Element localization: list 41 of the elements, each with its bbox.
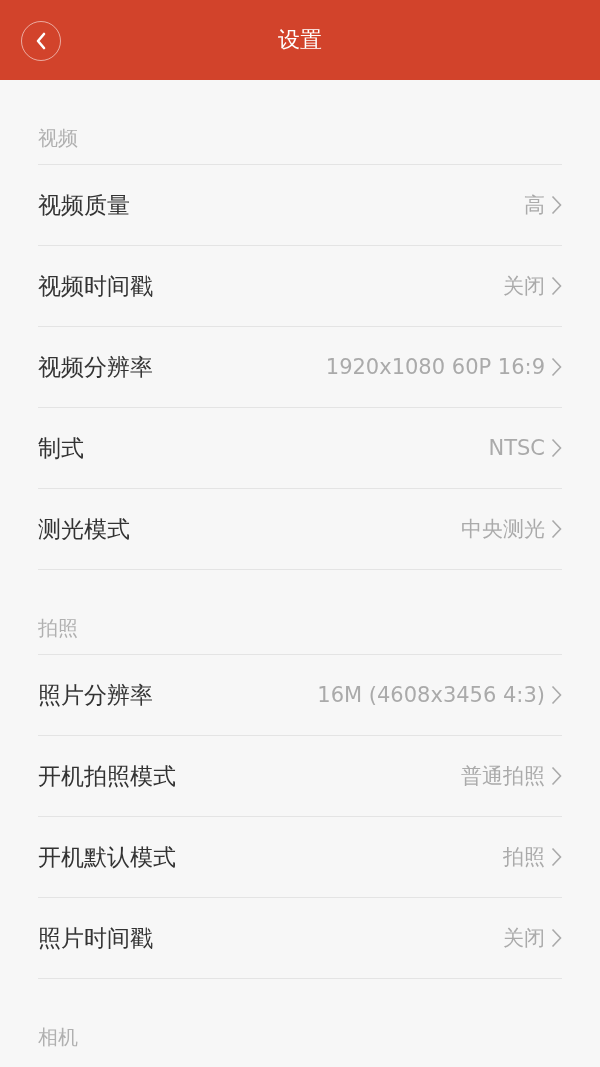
chevron-right-icon (551, 766, 562, 786)
chevron-right-icon (551, 195, 562, 215)
settings-row[interactable]: 视频质量 高 (38, 165, 562, 246)
setting-value: 关闭 (503, 273, 545, 300)
settings-row[interactable]: 视频分辨率 1920x1080 60P 16:9 (38, 327, 562, 408)
setting-label: 照片时间戳 (38, 923, 154, 953)
setting-label: 视频时间戳 (38, 271, 154, 301)
setting-value: 16M (4608x3456 4:3) (317, 683, 545, 707)
setting-value: NTSC (488, 436, 545, 460)
setting-value: 中央测光 (461, 516, 545, 543)
settings-row[interactable]: 开机默认模式 拍照 (38, 817, 562, 898)
settings-row[interactable]: 制式 NTSC (38, 408, 562, 489)
section-header: 视频 (38, 125, 79, 152)
setting-label: 照片分辨率 (38, 680, 154, 710)
setting-value: 普通拍照 (461, 763, 545, 790)
back-icon (35, 32, 47, 50)
chevron-right-icon (551, 438, 562, 458)
section-header: 相机 (38, 1024, 79, 1051)
settings-row[interactable]: 开机拍照模式 普通拍照 (38, 736, 562, 817)
chevron-right-icon (551, 276, 562, 296)
settings-row[interactable]: 照片分辨率 16M (4608x3456 4:3) (38, 655, 562, 736)
chevron-right-icon (551, 357, 562, 377)
settings-row[interactable]: 照片时间戳 关闭 (38, 898, 562, 979)
setting-value: 拍照 (503, 844, 545, 871)
setting-label: 视频分辨率 (38, 352, 154, 382)
setting-label: 视频质量 (38, 190, 131, 220)
setting-label: 开机默认模式 (38, 842, 177, 872)
page-title: 设置 (278, 26, 322, 54)
setting-value: 高 (524, 192, 545, 219)
setting-label: 开机拍照模式 (38, 761, 177, 791)
chevron-right-icon (551, 928, 562, 948)
setting-label: 制式 (38, 433, 85, 463)
setting-value: 关闭 (503, 925, 545, 952)
chevron-right-icon (551, 519, 562, 539)
section-header: 拍照 (38, 615, 79, 642)
chevron-right-icon (551, 685, 562, 705)
settings-row[interactable]: 视频时间戳 关闭 (38, 246, 562, 327)
setting-value: 1920x1080 60P 16:9 (325, 355, 545, 379)
setting-label: 测光模式 (38, 514, 131, 544)
chevron-right-icon (551, 847, 562, 867)
settings-row[interactable]: 测光模式 中央测光 (38, 489, 562, 570)
